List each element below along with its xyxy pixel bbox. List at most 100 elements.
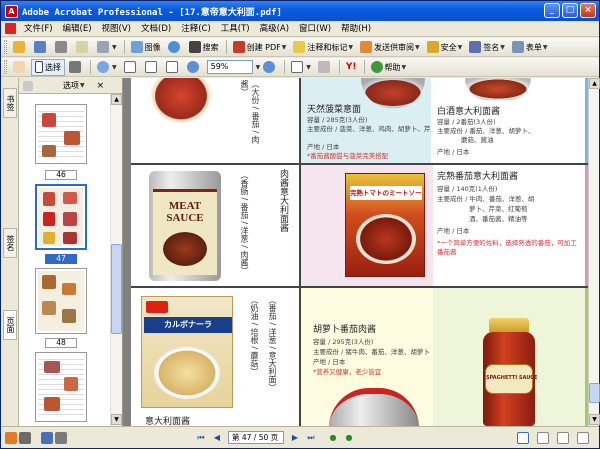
open-icon bbox=[13, 41, 25, 53]
media-icon[interactable] bbox=[55, 431, 67, 444]
email-icon bbox=[76, 41, 88, 53]
scroll-up-arrow[interactable]: ▲ bbox=[111, 94, 122, 105]
send-review-button[interactable]: 发送供审阅 ▼ bbox=[357, 39, 423, 56]
menu-help[interactable]: 帮助(H) bbox=[336, 21, 376, 37]
menu-comments[interactable]: 注释(C) bbox=[176, 21, 216, 37]
next-view-icon[interactable]: ● bbox=[343, 432, 355, 444]
previous-view-icon[interactable]: ● bbox=[327, 432, 339, 444]
forms-label: 表单 bbox=[525, 42, 542, 52]
product-detail: 产地 / 日本 bbox=[437, 148, 470, 156]
single-page-layout-icon[interactable] bbox=[517, 431, 529, 444]
toolbar-grip[interactable] bbox=[4, 40, 7, 54]
product-detail: 容量 / 295克(3人份) bbox=[313, 338, 374, 346]
hand-status-icon[interactable] bbox=[5, 431, 17, 444]
options-menu[interactable]: 选项 bbox=[63, 80, 79, 91]
options-dropdown-icon[interactable]: ▼ bbox=[80, 82, 85, 89]
actual-size-button[interactable] bbox=[121, 59, 141, 76]
page-thumbnail-selected[interactable] bbox=[35, 184, 87, 250]
next-page-button[interactable]: ▶ bbox=[289, 432, 301, 444]
toolbar-grip[interactable] bbox=[4, 60, 7, 74]
save-button[interactable] bbox=[31, 39, 51, 56]
document-view[interactable]: （大份 / 番茄 / 肉酱） 天然菠菜意面 容量 / 285克(3人份) 主要成… bbox=[123, 78, 588, 426]
document-icon[interactable] bbox=[5, 23, 16, 34]
page-number-input[interactable]: 第 47 / 50 页 bbox=[228, 431, 284, 444]
page-layout-button[interactable]: ▼ bbox=[288, 59, 314, 76]
yahoo-icon: Y! bbox=[345, 62, 357, 72]
organizer-label: 图像 bbox=[144, 42, 161, 52]
menu-advanced[interactable]: 高级(A) bbox=[255, 21, 294, 37]
snapshot-button[interactable] bbox=[66, 59, 86, 76]
close-panel-icon[interactable]: × bbox=[97, 81, 105, 91]
open-button[interactable] bbox=[10, 39, 30, 56]
sign-label: 签名 bbox=[483, 42, 500, 52]
previous-page-button[interactable]: ◀ bbox=[211, 432, 223, 444]
minimize-button[interactable]: _ bbox=[544, 3, 560, 18]
create-pdf-button[interactable]: 创建 PDF ▼ bbox=[230, 39, 290, 56]
attach-button[interactable]: ▼ bbox=[94, 39, 120, 56]
close-button[interactable]: × bbox=[580, 3, 596, 18]
product-detail: 容量 / 2番茄(3人份) bbox=[437, 118, 496, 126]
scroll-up-arrow[interactable]: ▲ bbox=[589, 78, 600, 89]
zoom-out-button[interactable] bbox=[184, 59, 204, 76]
help-button[interactable]: 帮助 ▼ bbox=[368, 59, 410, 76]
menu-document[interactable]: 文档(D) bbox=[136, 21, 176, 37]
box-label-text: 完熟トマトのミートソース bbox=[350, 186, 422, 200]
rotate-button[interactable] bbox=[315, 59, 335, 76]
page-thumbnail[interactable] bbox=[35, 352, 87, 422]
product-note: *番茄酱酸甜与菠菜完美搭配 bbox=[307, 152, 389, 160]
forms-button[interactable]: 表单 ▼ bbox=[509, 39, 551, 56]
first-page-button[interactable]: ⏮ bbox=[195, 432, 207, 444]
title-bar[interactable]: A Adobe Acrobat Professional - [17.意帝意大利… bbox=[1, 1, 599, 21]
send-review-icon bbox=[360, 41, 373, 53]
menu-edit[interactable]: 编辑(E) bbox=[58, 21, 97, 37]
thumbnail-list: 46 47 48 bbox=[19, 94, 111, 426]
zoom-input[interactable]: 59% bbox=[206, 60, 253, 74]
menu-view[interactable]: 视图(V) bbox=[97, 21, 136, 37]
product-detail: 主要成份 / 菠菜、洋葱、鸡肉、胡萝卜、芹菜 bbox=[307, 125, 431, 133]
product-title: 白酒意大利面酱 bbox=[437, 107, 501, 117]
zoom-plus-button[interactable] bbox=[260, 59, 280, 76]
tab-bookmarks[interactable]: 书签 bbox=[3, 88, 17, 118]
scroll-thumb[interactable] bbox=[111, 244, 122, 334]
document-scrollbar[interactable]: ▲ ▼ bbox=[588, 78, 600, 426]
thumbnail-scrollbar[interactable]: ▲ ▼ bbox=[110, 94, 122, 426]
page-thumbnail[interactable] bbox=[35, 104, 87, 164]
globe-button[interactable] bbox=[165, 39, 185, 56]
print-button[interactable] bbox=[52, 39, 72, 56]
select-tool-button[interactable]: 选择 bbox=[31, 58, 65, 76]
organizer-button[interactable]: 图像 bbox=[128, 39, 164, 56]
continuous-layout-icon[interactable] bbox=[537, 431, 549, 444]
fit-width-button[interactable] bbox=[163, 59, 183, 76]
comment-markup-button[interactable]: 注释和标记 ▼ bbox=[290, 39, 356, 56]
product-title: 胡萝卜番茄肉酱 bbox=[313, 325, 377, 335]
minus-circle-icon bbox=[186, 61, 199, 73]
zoom-in-button[interactable]: ▼ bbox=[94, 59, 120, 76]
sign-button[interactable]: 签名 ▼ bbox=[466, 39, 508, 56]
scroll-down-arrow[interactable]: ▼ bbox=[111, 414, 122, 425]
security-button[interactable]: 安全 ▼ bbox=[424, 39, 466, 56]
can-label-text: MEAT SAUCE bbox=[166, 200, 204, 224]
menu-window[interactable]: 窗口(W) bbox=[294, 21, 336, 37]
scroll-thumb[interactable] bbox=[589, 383, 600, 403]
yahoo-button[interactable]: Y! bbox=[343, 59, 360, 76]
edit-status-icon[interactable] bbox=[19, 431, 31, 444]
continuous-facing-layout-icon[interactable] bbox=[577, 431, 589, 444]
menu-tools[interactable]: 工具(T) bbox=[216, 21, 255, 37]
globe-icon bbox=[167, 41, 180, 53]
screen-icon[interactable] bbox=[41, 431, 53, 444]
red-can bbox=[329, 388, 419, 426]
create-pdf-label: 创建 PDF bbox=[246, 42, 281, 52]
scroll-down-arrow[interactable]: ▼ bbox=[589, 414, 600, 425]
facing-layout-icon[interactable] bbox=[557, 431, 569, 444]
fit-page-button[interactable] bbox=[142, 59, 162, 76]
email-button[interactable] bbox=[73, 39, 93, 56]
tab-signatures[interactable]: 签名 bbox=[3, 228, 17, 258]
search-button[interactable]: 搜索 bbox=[186, 39, 222, 56]
hand-tool-button[interactable] bbox=[10, 59, 30, 76]
page-thumbnail[interactable] bbox=[35, 268, 87, 334]
menu-file[interactable]: 文件(F) bbox=[19, 21, 58, 37]
last-page-button[interactable]: ⏭ bbox=[305, 432, 317, 444]
tab-pages[interactable]: 页面 bbox=[3, 310, 17, 340]
product-detail: 蘑菇、酱油 bbox=[461, 136, 494, 144]
maximize-button[interactable]: □ bbox=[562, 3, 578, 18]
